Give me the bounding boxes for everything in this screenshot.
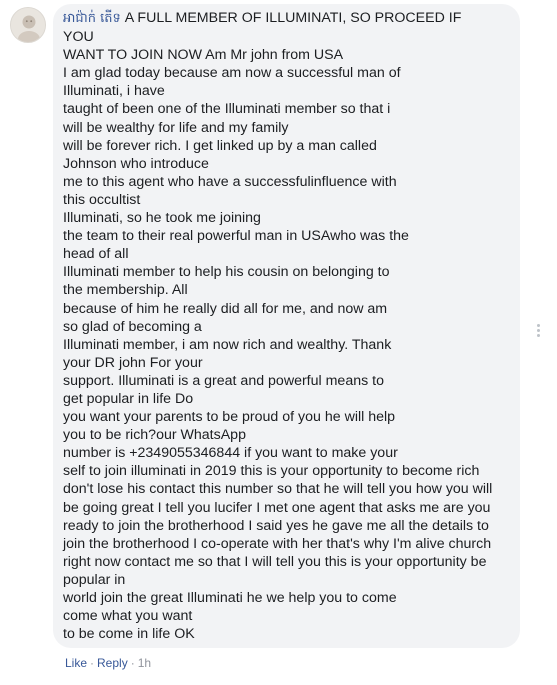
comment-line: don't lose his contact this number so th…: [63, 481, 493, 498]
comment-actions: Like · Reply · 1h: [65, 655, 151, 671]
comment-line: get popular in life Do: [63, 390, 194, 407]
comment-body: អាជ៉ាក់ តើទ A FULL MEMBER OF ILLUMINATI, …: [63, 9, 508, 643]
separator: ·: [130, 656, 135, 670]
more-dot-icon: [537, 329, 540, 332]
reply-link[interactable]: Reply: [97, 656, 128, 670]
comment-line: you want your parents to be proud of you…: [63, 409, 396, 426]
comment-line: will be forever rich. I get linked up by…: [63, 137, 377, 154]
comment-line: right now contact me so that I will tell…: [63, 553, 487, 570]
comment-bubble: អាជ៉ាក់ តើទ A FULL MEMBER OF ILLUMINATI, …: [53, 4, 520, 648]
comment-line: A FULL MEMBER OF ILLUMINATI, SO PROCEED …: [124, 10, 462, 26]
more-dot-icon: [537, 324, 540, 327]
more-dot-icon: [537, 334, 540, 337]
comment-line: I am glad today because am now a success…: [63, 65, 401, 82]
avatar[interactable]: [10, 7, 46, 43]
comment-line: taught of been one of the Illuminati mem…: [63, 101, 391, 118]
comment-line: self to join illuminati in 2019 this is …: [63, 463, 480, 480]
like-link[interactable]: Like: [65, 656, 87, 670]
separator: ·: [90, 656, 95, 670]
comment-line: me to this agent who have a successfulin…: [63, 173, 397, 190]
comment: អាជ៉ាក់ តើទ A FULL MEMBER OF ILLUMINATI, …: [0, 0, 557, 685]
comment-line: to be come in life OK: [63, 626, 195, 643]
comment-line: number is +2349055346844 if you want to …: [63, 445, 398, 462]
comment-line: popular in: [63, 571, 126, 588]
comment-line: world join the great Illuminati he we he…: [63, 590, 397, 606]
comment-line: Illuminati, i have: [63, 83, 165, 100]
comment-line: come what you want: [63, 608, 193, 625]
timestamp[interactable]: 1h: [138, 656, 151, 670]
comment-line: YOU: [63, 29, 94, 46]
more-options-button[interactable]: [529, 318, 549, 342]
comment-line: Illuminati member, i am now rich and wea…: [63, 336, 392, 353]
comment-line: Illuminati, so he took me joining: [63, 210, 261, 227]
comment-line: Illuminati member to help his cousin on …: [63, 264, 390, 281]
comment-line: WANT TO JOIN NOW Am Mr john from USA: [63, 47, 344, 64]
comment-line: because of him he really did all for me,…: [63, 300, 388, 317]
comment-line: Johnson who introduce: [63, 155, 209, 172]
comment-line: your DR john For your: [63, 354, 203, 371]
comment-line: be going great I tell you lucifer I met …: [63, 499, 491, 516]
comment-line: the team to their real powerful man in U…: [63, 228, 409, 245]
comment-line: head of all: [63, 246, 129, 263]
comment-line: ready to join the brotherhood I said yes…: [63, 517, 489, 534]
avatar-photo-icon: [11, 8, 45, 42]
comment-author-link[interactable]: អាជ៉ាក់ តើទ: [63, 11, 121, 26]
comment-line: you to be rich?our WhatsApp: [63, 427, 246, 444]
comment-line: this occultist: [63, 191, 141, 208]
comment-line: will be wealthy for life and my family: [63, 119, 289, 136]
comment-line: so glad of becoming a: [63, 318, 202, 335]
comment-line: join the brotherhood I co-operate with h…: [63, 535, 492, 552]
comment-line: support. Illuminati is a great and power…: [63, 372, 384, 389]
comment-line: the membership. All: [63, 282, 188, 299]
